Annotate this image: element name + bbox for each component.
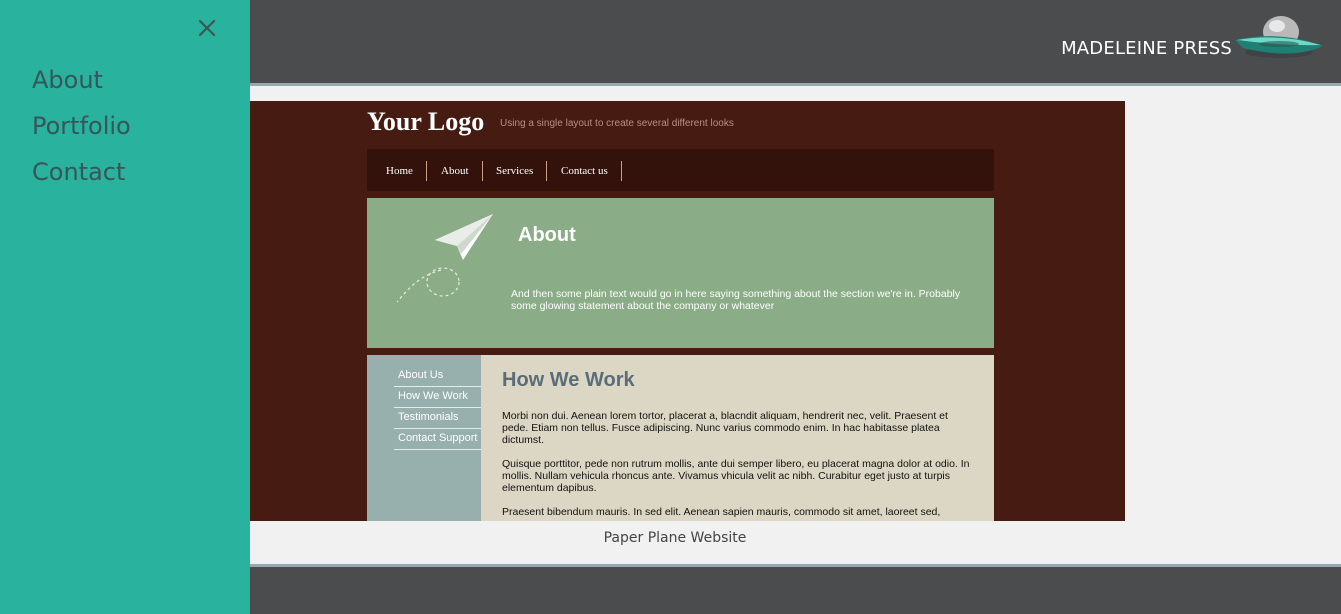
preview-paragraph: Praesent bibendum mauris. In sed elit. A… — [502, 506, 941, 518]
preview-logo: Your Logo — [367, 107, 485, 136]
sidebar-item-contact[interactable]: Contact — [32, 154, 131, 200]
preview-side-link: Contact Support — [394, 429, 484, 450]
preview-side-link: How We Work — [394, 387, 484, 408]
sidebar-item-about[interactable]: About — [32, 62, 131, 108]
preview-hero-title: About — [518, 224, 576, 246]
preview-hero: About And then some plain text would go … — [367, 198, 994, 348]
portfolio-preview-image[interactable]: Your Logo Using a single layout to creat… — [250, 101, 1125, 521]
site-header: MADELEINE PRESS — [250, 0, 1341, 86]
sidebar-drawer: About Portfolio Contact — [0, 0, 250, 614]
preview-nav-bar: Home About Services Contact us — [367, 149, 994, 191]
preview-paragraph: Quisque porttitor, pede non rutrum molli… — [502, 458, 970, 494]
preview-nav-contact: Contact us — [548, 161, 622, 181]
sidebar-item-portfolio[interactable]: Portfolio — [32, 108, 131, 154]
site-footer — [250, 564, 1341, 614]
preview-side-link: Testimonials — [394, 408, 484, 429]
preview-hero-text: And then some plain text would go in her… — [511, 288, 961, 312]
brand-name[interactable]: MADELEINE PRESS — [1061, 38, 1232, 59]
preview-caption: Paper Plane Website — [603, 530, 747, 546]
ufo-icon[interactable] — [1233, 10, 1325, 62]
preview-body-title: How We Work — [502, 369, 635, 391]
preview-nav-about: About — [428, 161, 483, 181]
close-icon — [198, 19, 216, 37]
close-button[interactable] — [196, 17, 218, 39]
preview-side-menu: About Us How We Work Testimonials Contac… — [367, 355, 484, 521]
main-content: Your Logo Using a single layout to creat… — [250, 86, 1341, 564]
preview-side-link: About Us — [394, 366, 484, 387]
preview-nav-home: Home — [373, 161, 427, 181]
preview-body: How We Work Morbi non dui. Aenean lorem … — [481, 355, 994, 521]
preview-paragraph: Morbi non dui. Aenean lorem tortor, plac… — [502, 410, 948, 446]
preview-tagline: Using a single layout to create several … — [500, 118, 734, 129]
preview-nav-services: Services — [483, 161, 548, 181]
paper-plane-icon — [396, 214, 493, 303]
sidebar-nav: About Portfolio Contact — [32, 62, 131, 200]
